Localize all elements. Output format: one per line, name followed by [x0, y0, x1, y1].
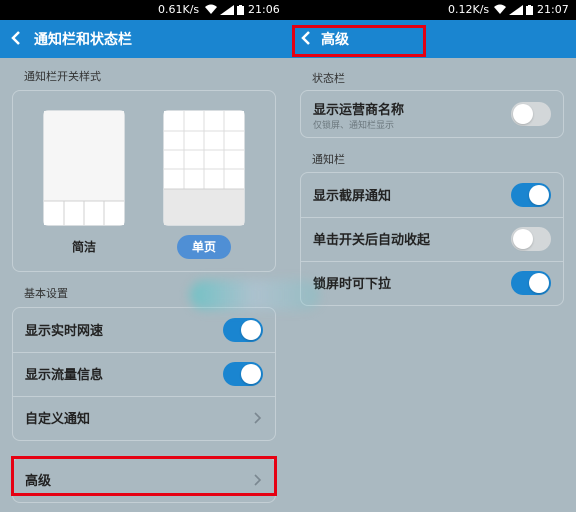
- highlight-box-advanced: [11, 456, 277, 496]
- toggle-knob: [529, 185, 549, 205]
- section-notification-bar: 通知栏: [312, 153, 345, 166]
- back-arrow-icon[interactable]: [6, 26, 28, 50]
- lockscreen-pulldown-toggle[interactable]: [511, 271, 551, 295]
- page-title: 通知栏和状态栏: [34, 32, 132, 48]
- watermark-blur: [190, 280, 320, 310]
- setting-carrier-name[interactable]: 显示运营商名称 仅锁屏、通知栏显示: [301, 91, 563, 137]
- chevron-right-icon: [254, 412, 262, 424]
- toggle-knob: [241, 320, 261, 340]
- setting-sublabel: 仅锁屏、通知栏显示: [313, 121, 395, 131]
- setting-label: 显示实时网速: [25, 324, 104, 339]
- setting-label: 显示运营商名称: [313, 103, 405, 118]
- signal-icon: [220, 5, 234, 15]
- auto-collapse-toggle[interactable]: [511, 227, 551, 251]
- advanced-screen: 0.12K/s 21:07 高级 状态栏 显示运营商名称 仅锁屏、通知栏显示 通…: [288, 0, 576, 512]
- style-preview-single-page[interactable]: [164, 111, 244, 225]
- notification-statusbar-screen: 0.61K/s 21:06 通知栏和状态栏 通知栏开关样式 简洁 单页 基本设置…: [0, 0, 288, 512]
- highlight-box-title: [292, 25, 426, 57]
- battery-icon: [237, 5, 244, 15]
- setting-label: 显示截屏通知: [313, 189, 392, 204]
- style-preview-simple[interactable]: [44, 111, 124, 225]
- switch-style-card: 简洁 单页: [12, 90, 276, 272]
- toggle-knob: [513, 104, 533, 124]
- setting-traffic-info[interactable]: 显示流量信息: [13, 352, 275, 396]
- wifi-icon: [494, 4, 506, 14]
- style-label-simple[interactable]: 简洁: [72, 238, 96, 255]
- section-status-bar: 状态栏: [312, 72, 345, 85]
- toggle-knob: [241, 364, 261, 384]
- realtime-speed-toggle[interactable]: [223, 318, 263, 342]
- setting-custom-notification[interactable]: 自定义通知: [13, 396, 275, 440]
- status-bar: 0.12K/s 21:07: [288, 0, 576, 20]
- signal-icon: [509, 5, 523, 15]
- setting-label: 单击开关后自动收起: [313, 233, 431, 248]
- traffic-info-toggle[interactable]: [223, 362, 263, 386]
- notification-bar-card: 显示截屏通知 单击开关后自动收起 锁屏时可下拉: [300, 172, 564, 306]
- setting-auto-collapse[interactable]: 单击开关后自动收起: [301, 217, 563, 261]
- setting-label: 显示流量信息: [25, 368, 104, 383]
- section-switch-style: 通知栏开关样式: [24, 70, 101, 83]
- setting-screenshot-notification[interactable]: 显示截屏通知: [301, 173, 563, 217]
- wifi-icon: [205, 4, 217, 14]
- status-bar: 0.61K/s 21:06: [0, 0, 288, 20]
- setting-realtime-speed[interactable]: 显示实时网速: [13, 308, 275, 352]
- clock: 21:06: [248, 3, 280, 16]
- basic-settings-card: 显示实时网速 显示流量信息 自定义通知: [12, 307, 276, 441]
- section-basic-settings: 基本设置: [24, 287, 68, 300]
- setting-lockscreen-pulldown[interactable]: 锁屏时可下拉: [301, 261, 563, 305]
- clock: 21:07: [537, 3, 569, 16]
- style-label-single-page[interactable]: 单页: [177, 235, 231, 259]
- toggle-knob: [529, 273, 549, 293]
- toggle-knob: [513, 229, 533, 249]
- setting-label: 自定义通知: [25, 412, 91, 427]
- carrier-name-toggle[interactable]: [511, 102, 551, 126]
- network-speed: 0.12K/s: [448, 3, 490, 16]
- setting-label: 锁屏时可下拉: [313, 277, 392, 292]
- status-bar-card: 显示运营商名称 仅锁屏、通知栏显示: [300, 90, 564, 138]
- screenshot-notification-toggle[interactable]: [511, 183, 551, 207]
- network-speed: 0.61K/s: [158, 3, 200, 16]
- battery-icon: [526, 5, 533, 15]
- title-bar: 通知栏和状态栏: [0, 20, 288, 58]
